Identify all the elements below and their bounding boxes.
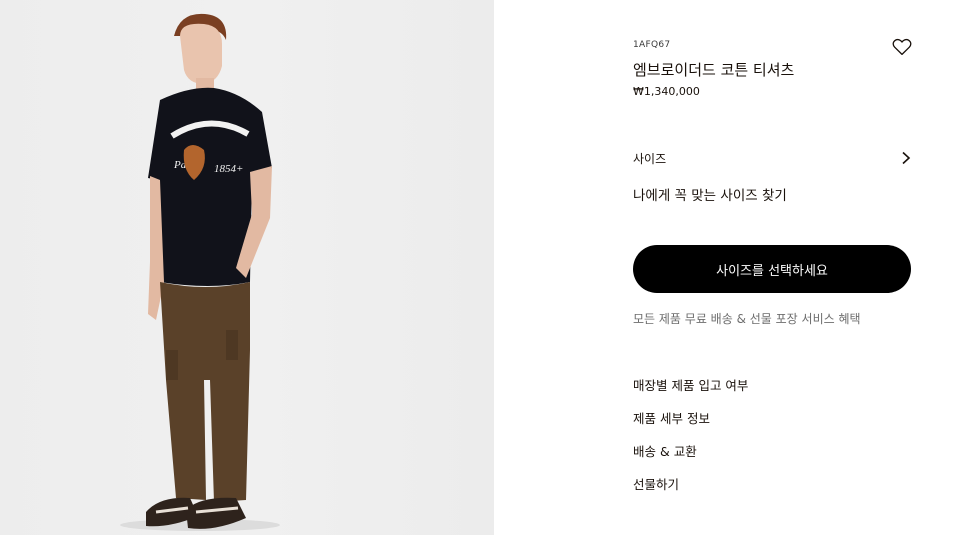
shipping-returns-link[interactable]: 배송 & 교환 xyxy=(633,443,748,476)
product-title: 엠브로이더드 코튼 티셔츠 xyxy=(633,61,795,79)
heart-icon[interactable] xyxy=(892,38,914,58)
store-availability-link[interactable]: 매장별 제품 입고 여부 xyxy=(633,377,748,410)
product-image[interactable]: Paris 1854+ xyxy=(0,0,494,535)
model-illustration: Paris 1854+ xyxy=(120,13,280,531)
gift-link[interactable]: 선물하기 xyxy=(633,476,748,509)
svg-text:1854+: 1854+ xyxy=(214,163,243,175)
product-details-link[interactable]: 제품 세부 정보 xyxy=(633,410,748,443)
free-shipping-notice: 모든 제품 무료 배송 & 선물 포장 서비스 혜택 xyxy=(633,312,861,326)
product-price: ₩1,340,000 xyxy=(633,85,700,98)
size-finder-link[interactable]: 나에게 꼭 맞는 사이즈 찾기 xyxy=(633,184,787,204)
product-links: 매장별 제품 입고 여부 제품 세부 정보 배송 & 교환 선물하기 xyxy=(633,377,748,509)
size-label: 사이즈 xyxy=(633,152,667,166)
select-size-button[interactable]: 사이즈를 선택하세요 xyxy=(633,245,911,293)
product-sku: 1AFQ67 xyxy=(633,40,671,50)
chevron-right-icon xyxy=(901,150,913,165)
product-info-panel: 1AFQ67 엠브로이더드 코튼 티셔츠 ₩1,340,000 사이즈 나에게 … xyxy=(633,0,913,535)
size-selector[interactable]: 사이즈 xyxy=(633,148,913,168)
